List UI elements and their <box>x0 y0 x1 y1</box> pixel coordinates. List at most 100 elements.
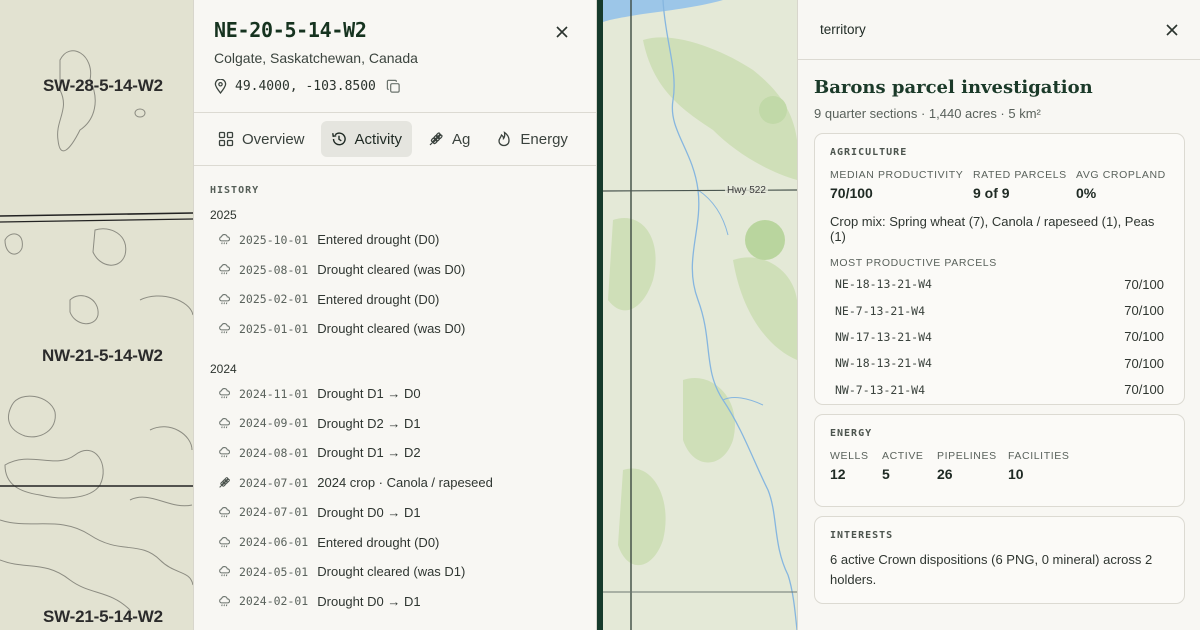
list-item[interactable]: 2024-11-01 Drought D1 → D0 <box>210 379 580 409</box>
list-item[interactable]: 2024-08-01 Drought D1 → D2 <box>210 438 580 468</box>
event-text: Entered drought (D0) <box>317 534 440 550</box>
event-date: 2024-07-01 <box>239 475 309 490</box>
drought-icon <box>219 417 230 429</box>
stat-label: RATED PARCELS <box>973 169 1067 181</box>
investigation-subtitle: 9 quarter sections · 1,440 acres · 5 km² <box>814 106 1041 121</box>
stat-avg-cropland: AVG CROPLAND 0% <box>1076 169 1166 201</box>
event-text: Drought cleared (was D1) <box>317 564 466 580</box>
coordinates-text: 49.4000, -103.8500 <box>235 79 376 94</box>
grid-icon <box>218 131 234 147</box>
drought-icon <box>219 506 230 518</box>
agriculture-stats: MEDIAN PRODUCTIVITY 70/100 RATED PARCELS… <box>830 169 1169 201</box>
list-item[interactable]: 2024-07-01 Drought D0 → D1 <box>210 498 580 528</box>
event-date: 2025-01-01 <box>239 321 309 336</box>
event-text: Drought D0 → D1 <box>317 504 421 520</box>
tab-activity-label: Activity <box>354 130 403 148</box>
flame-icon <box>498 131 511 147</box>
tab-energy[interactable]: Energy <box>486 121 578 157</box>
event-text: Drought D1 → D2 <box>317 445 421 461</box>
parcel-label-sw28[interactable]: SW-28-5-14-W2 <box>43 76 163 96</box>
parcel-tabs: Overview Activity Ag Energy <box>194 113 596 166</box>
territory-header: territory <box>798 0 1200 60</box>
energy-title: ENERGY <box>830 428 873 439</box>
stat-pipelines: PIPELINES 26 <box>937 450 1008 482</box>
event-date: 2024-07-01 <box>239 505 309 520</box>
close-sidebar-icon[interactable] <box>1164 22 1180 38</box>
parcel-label-nw21[interactable]: NW-21-5-14-W2 <box>42 346 163 366</box>
list-item[interactable]: 2025-01-01 Drought cleared (was D0) <box>210 314 580 344</box>
crop-mix: Crop mix: Spring wheat (7), Canola / rap… <box>830 214 1155 244</box>
most-productive-label: MOST PRODUCTIVE PARCELS <box>830 257 997 269</box>
tab-activity[interactable]: Activity <box>320 121 413 157</box>
event-text: Entered drought (D0) <box>317 291 440 307</box>
tab-overview[interactable]: Overview <box>208 121 315 157</box>
investigation-title: Barons parcel investigation <box>814 77 1093 98</box>
stat-label: MEDIAN PRODUCTIVITY <box>830 169 964 181</box>
list-item[interactable]: 2024-05-01 Drought cleared (was D1) <box>210 557 580 587</box>
drought-icon <box>219 447 230 458</box>
history-body: 2025 2025-10-01 Entered drought (D0) 2025-0… <box>210 208 580 616</box>
parcel-score: 70/100 <box>1124 329 1164 345</box>
stat-value: 70/100 <box>830 185 873 201</box>
close-panel-icon[interactable] <box>554 24 570 40</box>
drought-icon <box>219 323 230 334</box>
list-item[interactable]: 2024-09-01 Drought D2 → D1 <box>210 408 580 438</box>
parcel-location: Colgate, Saskatchewan, Canada <box>214 50 418 66</box>
event-date: 2024-02-01 <box>239 594 309 609</box>
map-left[interactable]: SW-28-5-14-W2 NW-21-5-14-W2 SW-21-5-14-W… <box>0 0 193 630</box>
list-item[interactable]: NW-17-13-21-W4 70/100 <box>830 324 1169 350</box>
list-item[interactable]: 2025-02-01 Entered drought (D0) <box>210 284 580 314</box>
wheat-icon <box>429 132 443 146</box>
copy-icon[interactable] <box>386 79 401 94</box>
tab-ag[interactable]: Ag <box>418 121 480 157</box>
interests-text: 6 active Crown dispositions (6 PNG, 0 mi… <box>830 552 1153 587</box>
road-label: Hwy 522 <box>725 185 768 196</box>
parcel-id: NW-17-13-21-W4 <box>835 329 932 344</box>
event-text: Drought D1 → D0 <box>317 386 421 402</box>
list-item[interactable]: NE-18-13-21-W4 70/100 <box>830 271 1169 297</box>
stat-label: FACILITIES <box>1008 450 1070 462</box>
parcel-score: 70/100 <box>1124 355 1164 371</box>
stat-label: AVG CROPLAND <box>1076 169 1166 181</box>
list-item[interactable]: 2025-10-01 Entered drought (D0) <box>210 225 580 255</box>
parcel-panel: NE-20-5-14-W2 Colgate, Saskatchewan, Can… <box>193 0 597 630</box>
stat-rated-parcels: RATED PARCELS 9 of 9 <box>973 169 1076 201</box>
energy-card: ENERGY WELLS 12 ACTIVE 5 PIPELINES 26 FA… <box>814 414 1185 507</box>
parcel-id: NW-7-13-21-W4 <box>835 382 926 397</box>
event-date: 2024-08-01 <box>239 445 309 460</box>
history-year: 2025 <box>210 208 237 222</box>
parcel-score: 70/100 <box>1124 382 1164 398</box>
parcel-coordinates-row: 49.4000, -103.8500 <box>214 79 576 94</box>
list-item[interactable]: NW-7-13-21-W4 70/100 <box>830 377 1169 403</box>
stat-value: 5 <box>882 466 890 482</box>
list-item[interactable]: 2024-07-01 2024 crop · Canola / rapeseed <box>210 468 580 498</box>
stat-active: ACTIVE 5 <box>882 450 937 482</box>
wheat-icon <box>219 477 230 488</box>
list-item[interactable]: 2025-08-01 Drought cleared (was D0) <box>210 255 580 285</box>
history-label: HISTORY <box>210 185 260 196</box>
tab-energy-label: Energy <box>520 130 568 148</box>
event-date: 2024-09-01 <box>239 416 309 431</box>
tab-overview-label: Overview <box>242 130 305 148</box>
map-mid[interactable]: Hwy 522 <box>603 0 797 630</box>
map-mid-features <box>603 0 797 630</box>
history-year: 2024 <box>210 361 237 376</box>
stat-median-productivity: MEDIAN PRODUCTIVITY 70/100 <box>830 169 973 201</box>
agriculture-card: AGRICULTURE MEDIAN PRODUCTIVITY 70/100 R… <box>814 133 1185 405</box>
history-icon <box>331 132 346 146</box>
list-item[interactable]: 2024-06-01 Entered drought (D0) <box>210 527 580 557</box>
list-item[interactable]: NW-18-13-21-W4 70/100 <box>830 350 1169 376</box>
list-item[interactable]: NE-7-13-21-W4 70/100 <box>830 297 1169 323</box>
event-date: 2025-10-01 <box>239 232 309 247</box>
location-pin-icon <box>214 79 227 94</box>
interests-card: INTERESTS 6 active Crown dispositions (6… <box>814 516 1185 604</box>
event-date: 2024-11-01 <box>239 386 309 401</box>
parcel-header: NE-20-5-14-W2 Colgate, Saskatchewan, Can… <box>194 0 596 113</box>
stat-label: WELLS <box>830 450 869 462</box>
event-text: Drought D2 → D1 <box>317 415 421 431</box>
drought-icon <box>219 293 230 304</box>
list-item[interactable]: 2024-02-01 Drought D0 → D1 <box>210 587 580 617</box>
agriculture-title: AGRICULTURE <box>830 147 908 158</box>
parcel-label-sw21[interactable]: SW-21-5-14-W2 <box>43 607 163 627</box>
drought-icon <box>219 566 230 577</box>
